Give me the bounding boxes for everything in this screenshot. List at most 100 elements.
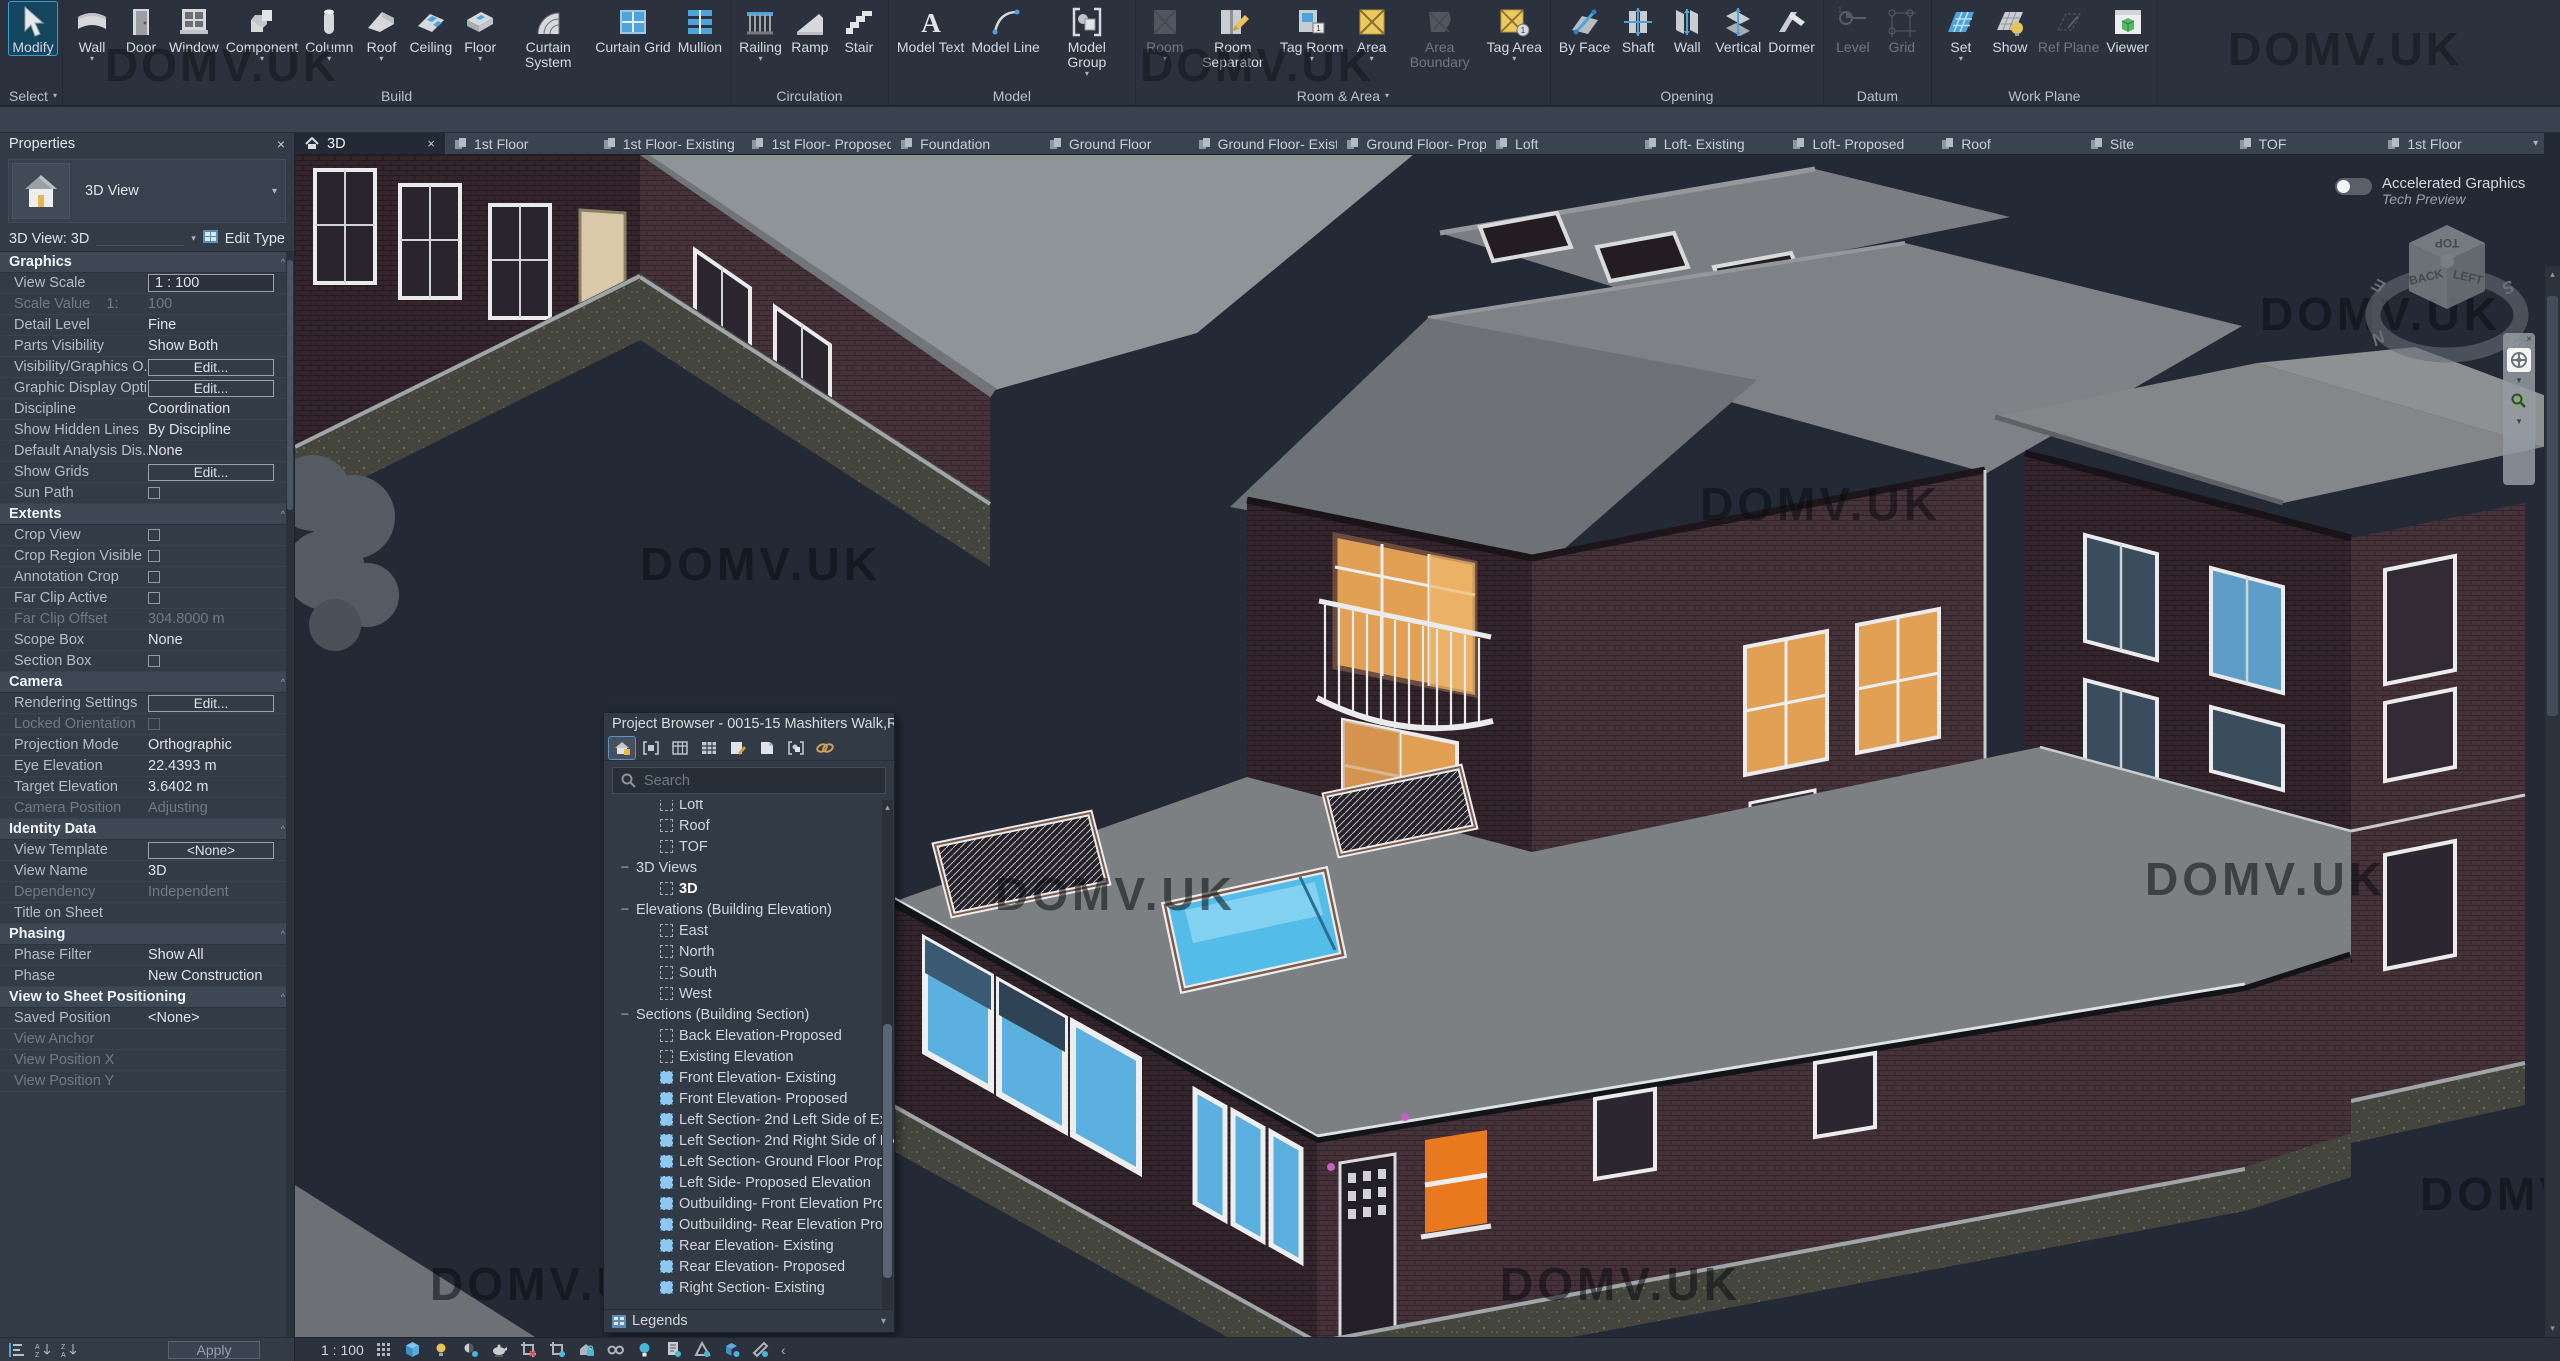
ribbon-button-model-group[interactable]: Model Group▾	[1044, 2, 1130, 78]
show-grids-button[interactable]: Edit...	[148, 464, 274, 481]
close-icon[interactable]: ×	[2526, 335, 2532, 345]
ribbon-button-floor[interactable]: Floor▾	[456, 2, 504, 63]
tab-site[interactable]: Site	[2081, 133, 2230, 154]
browser-item-3d-views[interactable]: −3D Views	[604, 857, 894, 878]
close-icon[interactable]: ×	[277, 136, 285, 152]
properties-scrollbar[interactable]	[286, 252, 294, 1337]
checkbox[interactable]	[148, 592, 160, 604]
shadows-icon[interactable]	[462, 1341, 480, 1359]
tab-ground-floor[interactable]: Ground Floor	[1040, 133, 1189, 154]
sheet-pencil-icon[interactable]	[725, 737, 751, 759]
reveal-hidden-elements-icon[interactable]	[636, 1341, 654, 1359]
canvas-scrollbar[interactable]: ▴▾	[2544, 266, 2560, 1337]
tab-tof[interactable]: TOF	[2230, 133, 2379, 154]
chevron-down-icon[interactable]: ▾	[191, 233, 196, 244]
ribbon-group-label[interactable]: Build	[68, 86, 725, 105]
view-scale-button[interactable]: 1 : 100	[321, 1342, 364, 1358]
chevron-down-icon[interactable]: ▾	[2517, 416, 2522, 427]
tab-overflow-button[interactable]: ▾	[2527, 133, 2544, 154]
ribbon-group-label[interactable]: Circulation	[736, 86, 883, 105]
browser-item-west[interactable]: West	[604, 983, 894, 1004]
show-analytical-model-icon[interactable]	[694, 1341, 712, 1359]
ribbon-button-tag-area[interactable]: 1Tag Area▾	[1484, 2, 1545, 63]
ribbon-button-tag-room[interactable]: 1Tag Room▾	[1277, 2, 1347, 63]
browser-item-sections-building-section[interactable]: −Sections (Building Section)	[604, 1004, 894, 1025]
browser-item-3d[interactable]: 3D	[604, 878, 894, 899]
ribbon-button-room-separator[interactable]: Room Separator	[1190, 2, 1276, 70]
steering-wheel-icon[interactable]	[2507, 348, 2531, 372]
browser-item-legends[interactable]: Legends ▾	[604, 1309, 894, 1332]
drawing-canvas[interactable]: 3D×1st Floor1st Floor- Existing1st Floor…	[295, 133, 2544, 1337]
type-selector[interactable]: 3D View ▾	[8, 159, 286, 223]
close-icon[interactable]: ×	[427, 136, 435, 151]
browser-scrollbar[interactable]: ▴	[882, 800, 893, 1309]
browser-item-north[interactable]: North	[604, 941, 894, 962]
ribbon-button-area[interactable]: Area▾	[1348, 2, 1396, 63]
browser-item-south[interactable]: South	[604, 962, 894, 983]
section-header-identity-data[interactable]: Identity Data^	[0, 819, 294, 840]
browser-item-front-elevation-proposed[interactable]: Front Elevation- Proposed	[604, 1088, 894, 1109]
ribbon-button-wall[interactable]: Wall	[1663, 2, 1711, 55]
tab-1st-floor[interactable]: 1st Floor	[2378, 133, 2527, 154]
edit-type-button[interactable]: Edit Type	[225, 231, 285, 247]
visibility-graphics-o-button[interactable]: Edit...	[148, 359, 274, 376]
ribbon-group-label[interactable]: Datum	[1829, 86, 1926, 105]
ribbon-group-label[interactable]: Opening	[1556, 86, 1818, 105]
ribbon-button-modify[interactable]: Modify	[9, 2, 57, 55]
ribbon-button-window[interactable]: Window	[166, 2, 222, 55]
view-template-button[interactable]: <None>	[148, 842, 274, 859]
tab-1st-floor-existing[interactable]: 1st Floor- Existing	[594, 133, 743, 154]
browser-item-outbuilding-front-elevation-prop[interactable]: Outbuilding- Front Elevation Prop	[604, 1193, 894, 1214]
sort-az-icon[interactable]: AZ	[34, 1341, 54, 1359]
browser-item-back-elevation-proposed[interactable]: Back Elevation-Proposed	[604, 1025, 894, 1046]
ribbon-group-label[interactable]: Work Plane	[1937, 86, 2152, 105]
box-icon[interactable]	[638, 737, 664, 759]
sun-path-icon[interactable]	[433, 1341, 451, 1359]
tab-loft[interactable]: Loft	[1486, 133, 1635, 154]
displacement-sets-icon[interactable]	[723, 1341, 741, 1359]
ribbon-button-mullion[interactable]: Mullion	[675, 2, 725, 55]
browser-item-right-section-existing[interactable]: Right Section- Existing	[604, 1277, 894, 1298]
checkbox[interactable]	[148, 571, 160, 583]
ribbon-button-dormer[interactable]: Dormer	[1765, 2, 1818, 55]
ribbon-button-vertical[interactable]: Vertical	[1712, 2, 1764, 55]
ribbon-button-ramp[interactable]: Ramp	[786, 2, 834, 55]
tab-foundation[interactable]: Foundation	[891, 133, 1040, 154]
group-icon[interactable]	[783, 737, 809, 759]
locked-3d-view-icon[interactable]	[578, 1341, 596, 1359]
checkbox[interactable]	[148, 487, 160, 499]
ribbon-button-shaft[interactable]: Shaft	[1614, 2, 1662, 55]
tab-loft-existing[interactable]: Loft- Existing	[1635, 133, 1784, 154]
browser-item-left-side-proposed-elevation[interactable]: Left Side- Proposed Elevation	[604, 1172, 894, 1193]
show-rendering-dialog-icon[interactable]	[491, 1341, 509, 1359]
tab-1st-floor-proposed[interactable]: 1st Floor- Proposed	[742, 133, 891, 154]
browser-item-rear-elevation-existing[interactable]: Rear Elevation- Existing	[604, 1235, 894, 1256]
graphic-display-opti-button[interactable]: Edit...	[148, 380, 274, 397]
browser-item-left-section-2nd-right-side-of-ex[interactable]: Left Section- 2nd Right Side of Ex	[604, 1130, 894, 1151]
link-icon[interactable]	[812, 737, 838, 759]
checkbox[interactable]	[148, 550, 160, 562]
ribbon-button-ceiling[interactable]: Ceiling	[406, 2, 455, 55]
search-input[interactable]: Search	[612, 767, 886, 794]
temporary-hide-isolate-icon[interactable]	[607, 1341, 625, 1359]
browser-item-tof[interactable]: TOF	[604, 836, 894, 857]
ribbon-button-show[interactable]: Show	[1986, 2, 2034, 55]
ribbon-group-label[interactable]: Room & Area▾	[1141, 86, 1545, 105]
section-header-camera[interactable]: Camera^	[0, 672, 294, 693]
zoom-icon[interactable]	[2507, 389, 2531, 413]
ribbon-group-label[interactable]: Select▾	[9, 86, 57, 105]
browser-item-front-elevation-existing[interactable]: Front Elevation- Existing	[604, 1067, 894, 1088]
chevron-down-icon[interactable]: ▾	[881, 1316, 886, 1327]
apply-button[interactable]: Apply	[168, 1341, 260, 1359]
view-scale-input[interactable]: 1 : 100	[148, 274, 274, 292]
section-header-phasing[interactable]: Phasing^	[0, 924, 294, 945]
ribbon-button-by-face[interactable]: By Face	[1556, 2, 1613, 55]
tab-3d-active[interactable]: 3D×	[295, 133, 445, 154]
browser-item-rear-elevation-proposed[interactable]: Rear Elevation- Proposed	[604, 1256, 894, 1277]
table-icon[interactable]	[696, 737, 722, 759]
ribbon-button-viewer[interactable]: Viewer	[2103, 2, 2152, 55]
ribbon-button-model-text[interactable]: AModel Text	[894, 2, 967, 55]
browser-item-outbuilding-rear-elevation-prop[interactable]: Outbuilding- Rear Elevation Prop	[604, 1214, 894, 1235]
browser-item-elevations-building-elevation[interactable]: −Elevations (Building Elevation)	[604, 899, 894, 920]
temporary-view-properties-icon[interactable]	[665, 1341, 683, 1359]
